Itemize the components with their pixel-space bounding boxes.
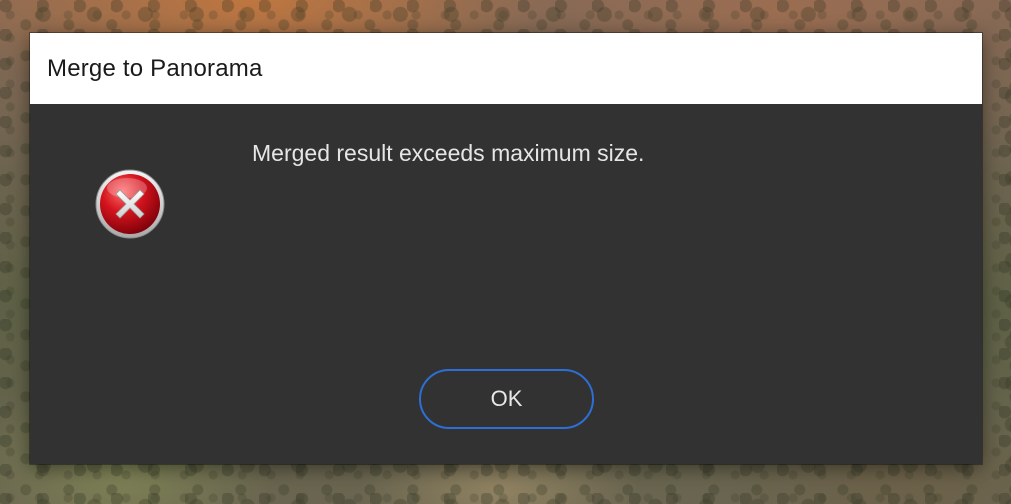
ok-button[interactable]: OK (419, 369, 594, 429)
merge-to-panorama-dialog: Merge to Panorama Merged result exceeds … (30, 33, 982, 464)
error-icon (94, 168, 166, 240)
dialog-titlebar: Merge to Panorama (30, 33, 982, 104)
dialog-content: Merged result exceeds maximum size. OK (30, 104, 982, 464)
error-message: Merged result exceeds maximum size. (252, 140, 645, 166)
dialog-title: Merge to Panorama (47, 54, 263, 82)
